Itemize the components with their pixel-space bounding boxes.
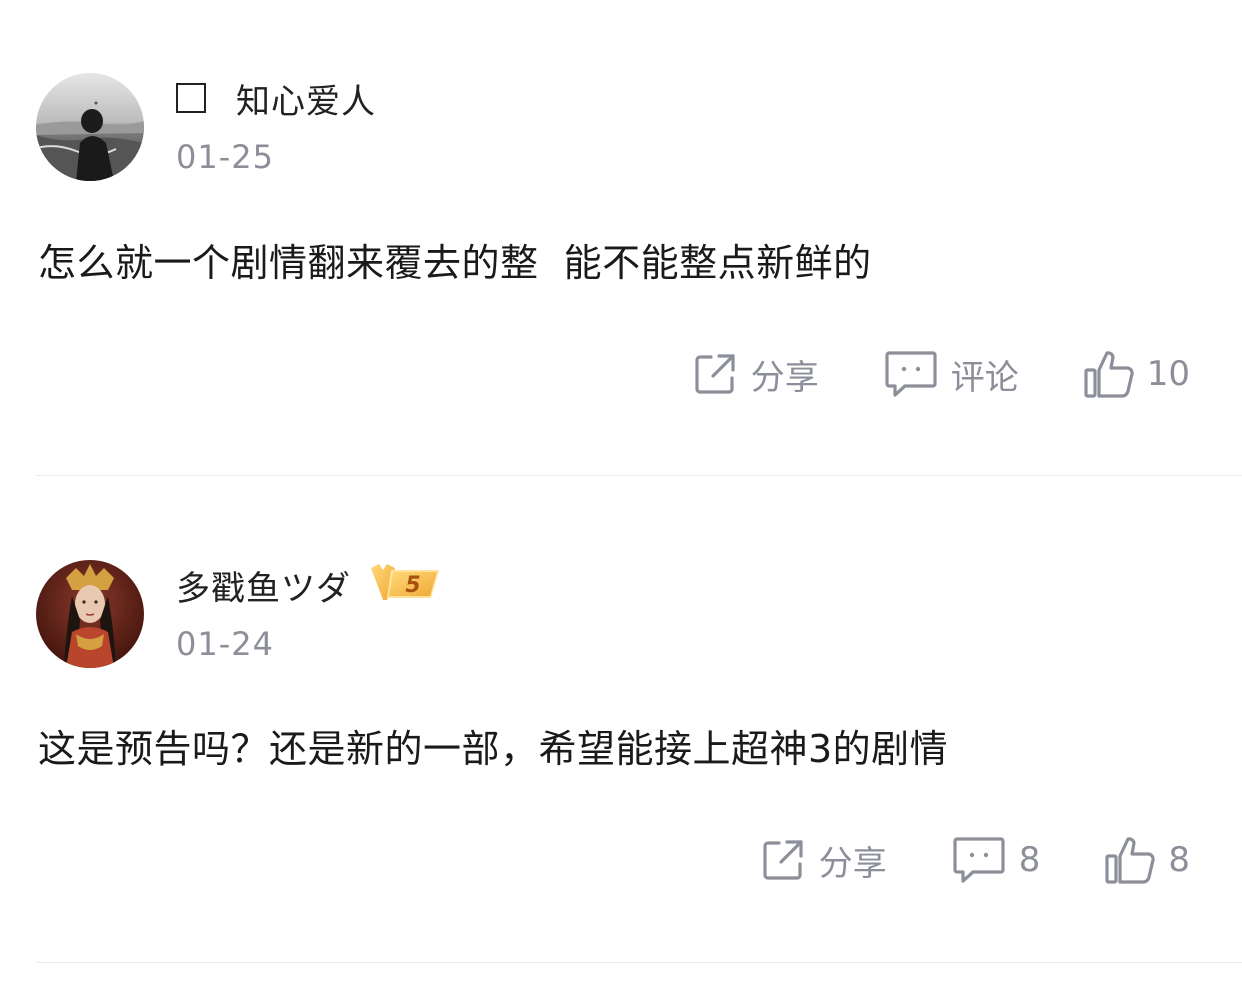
share-label: 分享 bbox=[750, 357, 819, 398]
comment-actions: 分享 评论 10 bbox=[691, 346, 1190, 402]
thumbs-up-icon bbox=[1104, 834, 1156, 886]
avatar[interactable] bbox=[36, 73, 144, 181]
comment-button[interactable]: 8 bbox=[951, 834, 1041, 886]
username[interactable]: 多戳鱼ツダ bbox=[176, 561, 351, 610]
comment-icon bbox=[883, 348, 939, 400]
comment-text: 这是预告吗？还是新的一部，希望能接上超神3的剧情 bbox=[38, 727, 949, 771]
share-button[interactable]: 分享 bbox=[759, 836, 887, 885]
divider bbox=[36, 962, 1242, 963]
vip-badge-icon: 5 bbox=[369, 560, 441, 610]
comment-actions: 分享 8 8 bbox=[759, 832, 1190, 888]
comment-label: 评论 bbox=[950, 357, 1019, 398]
comment-date: 01-25 bbox=[176, 138, 274, 176]
share-label: 分享 bbox=[818, 843, 887, 884]
avatar[interactable] bbox=[36, 560, 144, 668]
share-button[interactable]: 分享 bbox=[691, 350, 819, 399]
thumbs-up-icon bbox=[1083, 348, 1135, 400]
vip-level: 5 bbox=[405, 573, 420, 598]
name-row: 多戳鱼ツダ 5 bbox=[176, 560, 441, 610]
share-icon bbox=[691, 350, 739, 398]
comment-icon bbox=[951, 834, 1007, 886]
like-count: 8 bbox=[1168, 840, 1190, 880]
name-row: 知心爱人 bbox=[176, 74, 376, 123]
comment-date: 01-24 bbox=[176, 625, 274, 663]
share-icon bbox=[759, 836, 807, 884]
placeholder-glyph bbox=[176, 83, 206, 113]
comment-count: 8 bbox=[1018, 840, 1041, 880]
like-count: 10 bbox=[1146, 354, 1190, 394]
comment-button[interactable]: 评论 bbox=[883, 348, 1019, 400]
like-button[interactable]: 8 bbox=[1104, 834, 1190, 886]
like-button[interactable]: 10 bbox=[1083, 348, 1190, 400]
divider bbox=[36, 475, 1242, 476]
comment-text: 怎么就一个剧情翻来覆去的整 能不能整点新鲜的 bbox=[38, 241, 872, 285]
username[interactable]: 知心爱人 bbox=[236, 74, 376, 123]
